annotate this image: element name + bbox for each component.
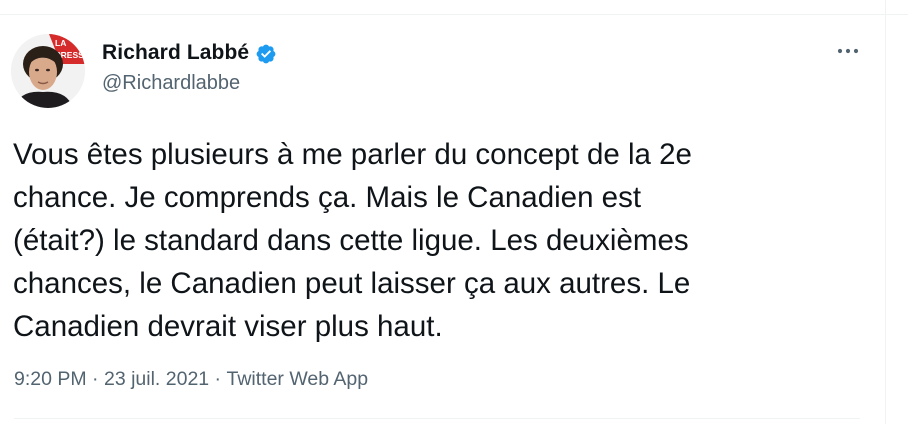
author-name-row[interactable]: Richard Labbé [102, 40, 277, 66]
author-display-name[interactable]: Richard Labbé [102, 41, 249, 65]
tweet-meta: 9:20 PM · 23 juil. 2021 · Twitter Web Ap… [14, 368, 368, 391]
right-border [885, 0, 886, 424]
top-divider [0, 14, 908, 15]
more-options-icon[interactable] [832, 39, 864, 63]
author-avatar[interactable]: LA PRESSE [11, 34, 85, 108]
meta-separator-2: · [209, 368, 227, 390]
tweet-text: Vous êtes plusieurs à me parler du conce… [13, 138, 692, 343]
avatar-image: LA PRESSE [11, 34, 85, 108]
bottom-divider [14, 418, 860, 419]
avatar-badge-text: LA [55, 38, 66, 48]
author-handle[interactable]: @Richardlabbe [102, 72, 240, 95]
tweet-time[interactable]: 9:20 PM [14, 368, 87, 391]
meta-separator: · [86, 368, 104, 390]
tweet-source[interactable]: Twitter Web App [226, 368, 368, 391]
verified-badge-icon [255, 43, 277, 65]
tweet-card: LA PRESSE Richard Labbé @Richardlabb [0, 0, 908, 424]
tweet-date[interactable]: 23 juil. 2021 [104, 368, 209, 391]
